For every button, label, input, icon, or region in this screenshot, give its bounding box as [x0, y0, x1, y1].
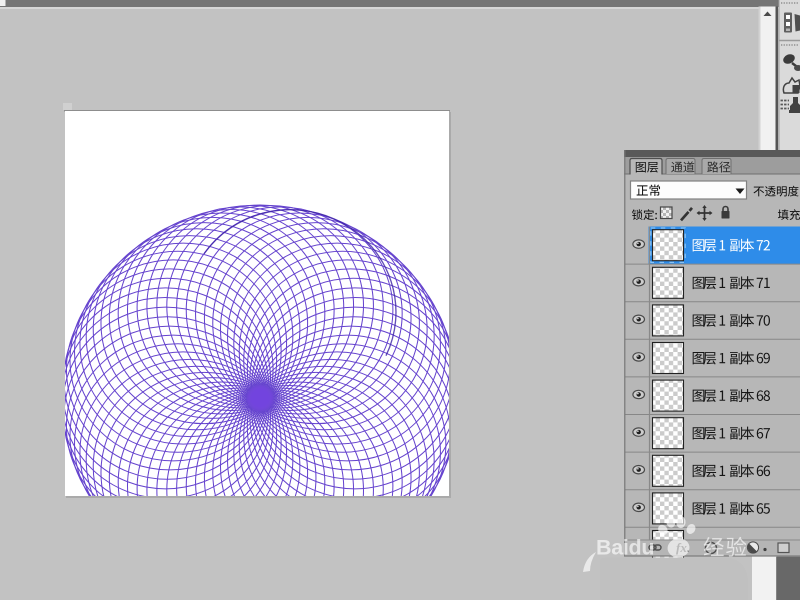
- svg-text:Baidu: Baidu: [596, 536, 654, 560]
